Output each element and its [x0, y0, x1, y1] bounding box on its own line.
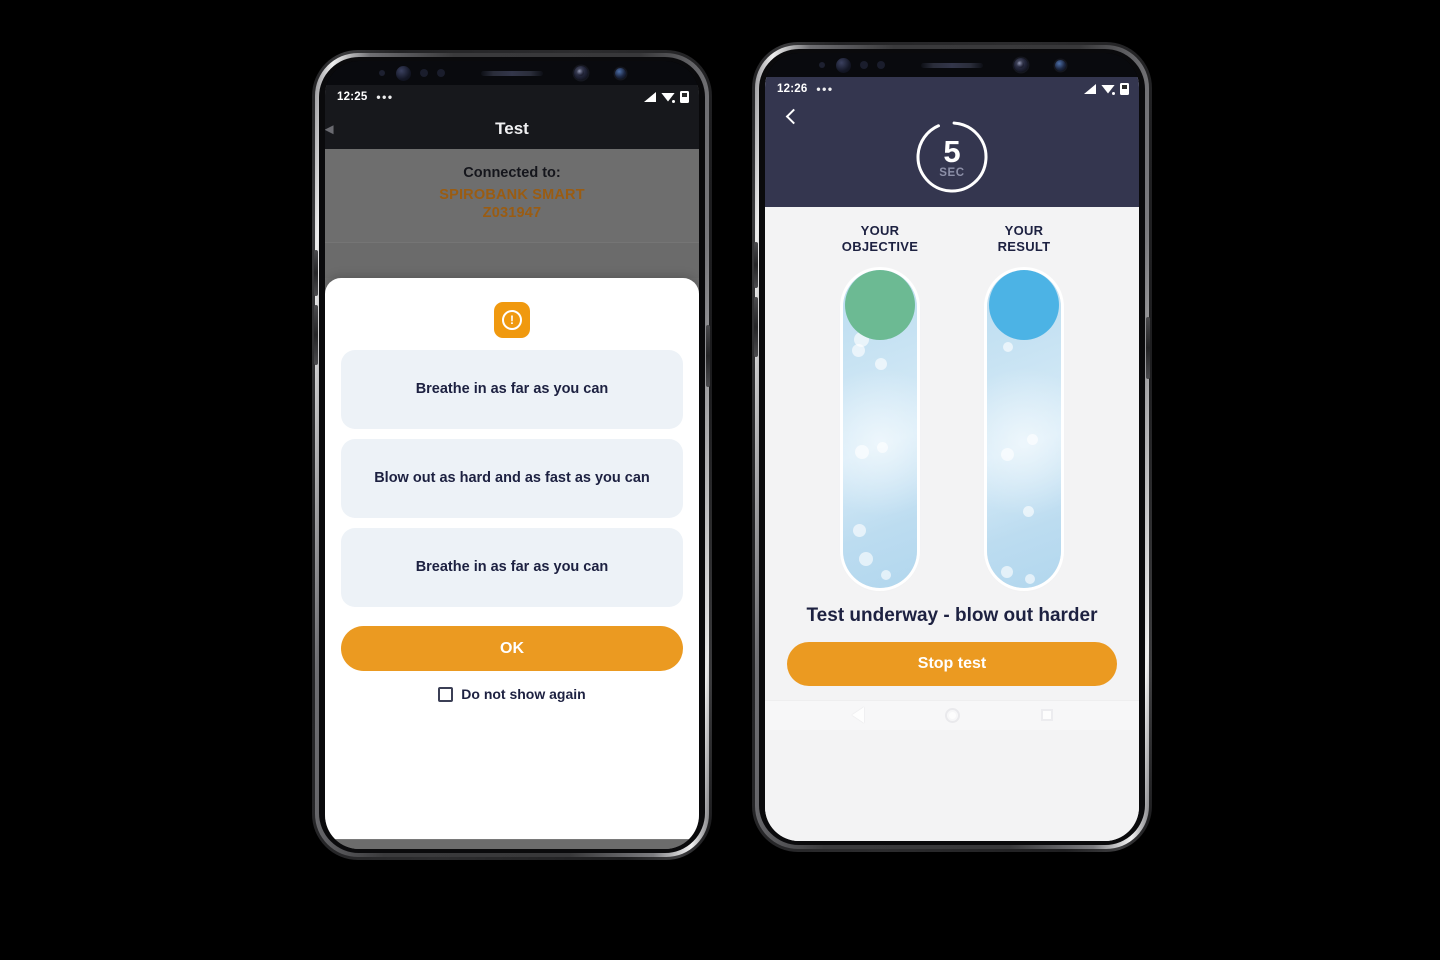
- objective-title-line2: OBJECTIVE: [841, 238, 919, 254]
- page-title: Test: [495, 119, 529, 138]
- stop-test-button[interactable]: Stop test: [787, 641, 1117, 686]
- battery-icon: [1120, 83, 1129, 95]
- front-camera-icon: [1014, 58, 1028, 72]
- objective-column: YOUR OBJECTIVE: [826, 223, 934, 589]
- earpiece-speaker: [481, 70, 543, 76]
- phone-right-top-bezel: [765, 53, 1139, 77]
- volume-up-button[interactable]: [314, 250, 318, 296]
- connection-panel: Connected to: SPIROBANK SMART Z031947: [325, 149, 699, 243]
- proximity-sensor-icon: [379, 70, 385, 76]
- led-indicator-icon: [437, 69, 445, 77]
- secondary-sensor-icon: [615, 67, 626, 79]
- instruction-step-2: Blow out as hard and as fast as you can: [341, 439, 683, 519]
- bubble: [852, 344, 865, 358]
- result-tube: [987, 270, 1061, 589]
- result-column: YOUR RESULT: [970, 223, 1078, 589]
- warning-glyph: !: [502, 310, 522, 331]
- signal-icon: [644, 92, 656, 102]
- tubes-row: YOUR OBJECTIVE YOUR RESULT: [779, 223, 1125, 589]
- tube-glow: [987, 366, 1061, 517]
- back-arrow-icon[interactable]: ◄: [325, 120, 338, 138]
- status-time: 12:25: [337, 91, 368, 103]
- nav-back-icon[interactable]: [851, 707, 864, 724]
- screenshot-canvas: 12:25 ••• ◄ Test Connected to: SPIROBANK…: [0, 0, 1440, 960]
- phone-right: 12:26 ••• 5 SEC YOUR OBJECTIVE YOUR RESU…: [752, 42, 1152, 852]
- phone-left-screen: 12:25 ••• ◄ Test Connected to: SPIROBANK…: [325, 61, 699, 849]
- chevron-left-icon[interactable]: [781, 105, 803, 127]
- test-body: YOUR OBJECTIVE YOUR RESULT Test underway…: [765, 207, 1139, 841]
- iris-scanner-icon: [396, 65, 411, 81]
- connected-to-label: Connected to:: [463, 165, 561, 181]
- result-title: YOUR RESULT: [998, 223, 1051, 254]
- bubble: [1025, 574, 1035, 585]
- objective-title: YOUR OBJECTIVE: [842, 223, 918, 254]
- android-nav-bar-right: [765, 699, 1139, 730]
- secondary-sensor-icon: [1055, 59, 1066, 71]
- signal-icon: [1084, 84, 1096, 94]
- instructions-dialog: ! Breathe in as far as you can Blow out …: [325, 278, 699, 839]
- iris-scanner-icon: [836, 57, 851, 73]
- earpiece-speaker: [921, 62, 983, 68]
- test-dialog-screen: 12:25 ••• ◄ Test Connected to: SPIROBANK…: [325, 85, 699, 849]
- do-not-show-again-checkbox[interactable]: [438, 686, 454, 702]
- front-camera-icon: [574, 66, 588, 80]
- instruction-step-1: Breathe in as far as you can: [341, 350, 683, 430]
- status-icons: [1084, 83, 1129, 95]
- result-level-cap: [989, 270, 1059, 341]
- status-bar-right: 12:26 •••: [765, 77, 1139, 101]
- status-notification-dots: •••: [376, 90, 394, 104]
- status-time: 12:26: [777, 83, 808, 95]
- proximity-sensor-icon: [819, 62, 825, 68]
- bubble: [853, 524, 866, 538]
- light-sensor-icon: [860, 61, 868, 69]
- wifi-icon: [1101, 84, 1115, 95]
- timer-ring-icon: [916, 121, 988, 193]
- android-nav-bar-left: [325, 839, 699, 849]
- test-underway-screen: 12:26 ••• 5 SEC YOUR OBJECTIVE YOUR RESU…: [765, 77, 1139, 841]
- bubble: [859, 552, 873, 567]
- dimmed-content-area: [325, 242, 699, 279]
- volume-down-button-right[interactable]: [754, 297, 758, 357]
- status-icons: [644, 91, 689, 103]
- bubble: [881, 570, 891, 581]
- light-sensor-icon: [420, 69, 428, 77]
- test-status-message: Test underway - blow out harder: [806, 605, 1098, 627]
- phone-right-screen: 12:26 ••• 5 SEC YOUR OBJECTIVE YOUR RESU…: [765, 53, 1139, 841]
- led-indicator-icon: [877, 61, 885, 69]
- power-button-right[interactable]: [1146, 317, 1150, 379]
- instruction-step-3: Breathe in as far as you can: [341, 528, 683, 608]
- battery-icon: [680, 91, 689, 103]
- volume-up-button-right[interactable]: [754, 242, 758, 288]
- nav-recents-icon[interactable]: [1040, 709, 1053, 722]
- nav-home-icon[interactable]: [944, 707, 960, 723]
- status-bar-left: 12:25 •••: [325, 85, 699, 109]
- do-not-show-again-label: Do not show again: [461, 686, 586, 703]
- phone-left: 12:25 ••• ◄ Test Connected to: SPIROBANK…: [312, 50, 712, 860]
- status-notification-dots: •••: [816, 82, 834, 96]
- volume-down-button[interactable]: [314, 305, 318, 365]
- bubble: [1003, 342, 1013, 353]
- nav-back-icon[interactable]: [411, 848, 424, 849]
- ok-button[interactable]: OK: [341, 626, 683, 672]
- app-bar: ◄ Test: [325, 109, 699, 149]
- do-not-show-again-row[interactable]: Do not show again: [341, 686, 683, 702]
- power-button[interactable]: [706, 325, 710, 387]
- result-title-line2: RESULT: [997, 238, 1051, 254]
- countdown-timer: 5 SEC: [914, 119, 990, 195]
- objective-tube: [843, 270, 917, 589]
- device-serial: Z031947: [482, 205, 542, 222]
- warning-exclamation-icon: !: [494, 302, 530, 339]
- objective-level-cap: [845, 270, 915, 341]
- phone-left-top-bezel: [325, 61, 699, 85]
- bubble: [1001, 566, 1013, 579]
- test-header: 5 SEC: [765, 101, 1139, 207]
- device-name: SPIROBANK SMART: [439, 187, 585, 203]
- wifi-icon: [661, 92, 675, 103]
- result-title-line1: YOUR: [1004, 223, 1044, 238]
- objective-title-line1: YOUR: [860, 223, 900, 238]
